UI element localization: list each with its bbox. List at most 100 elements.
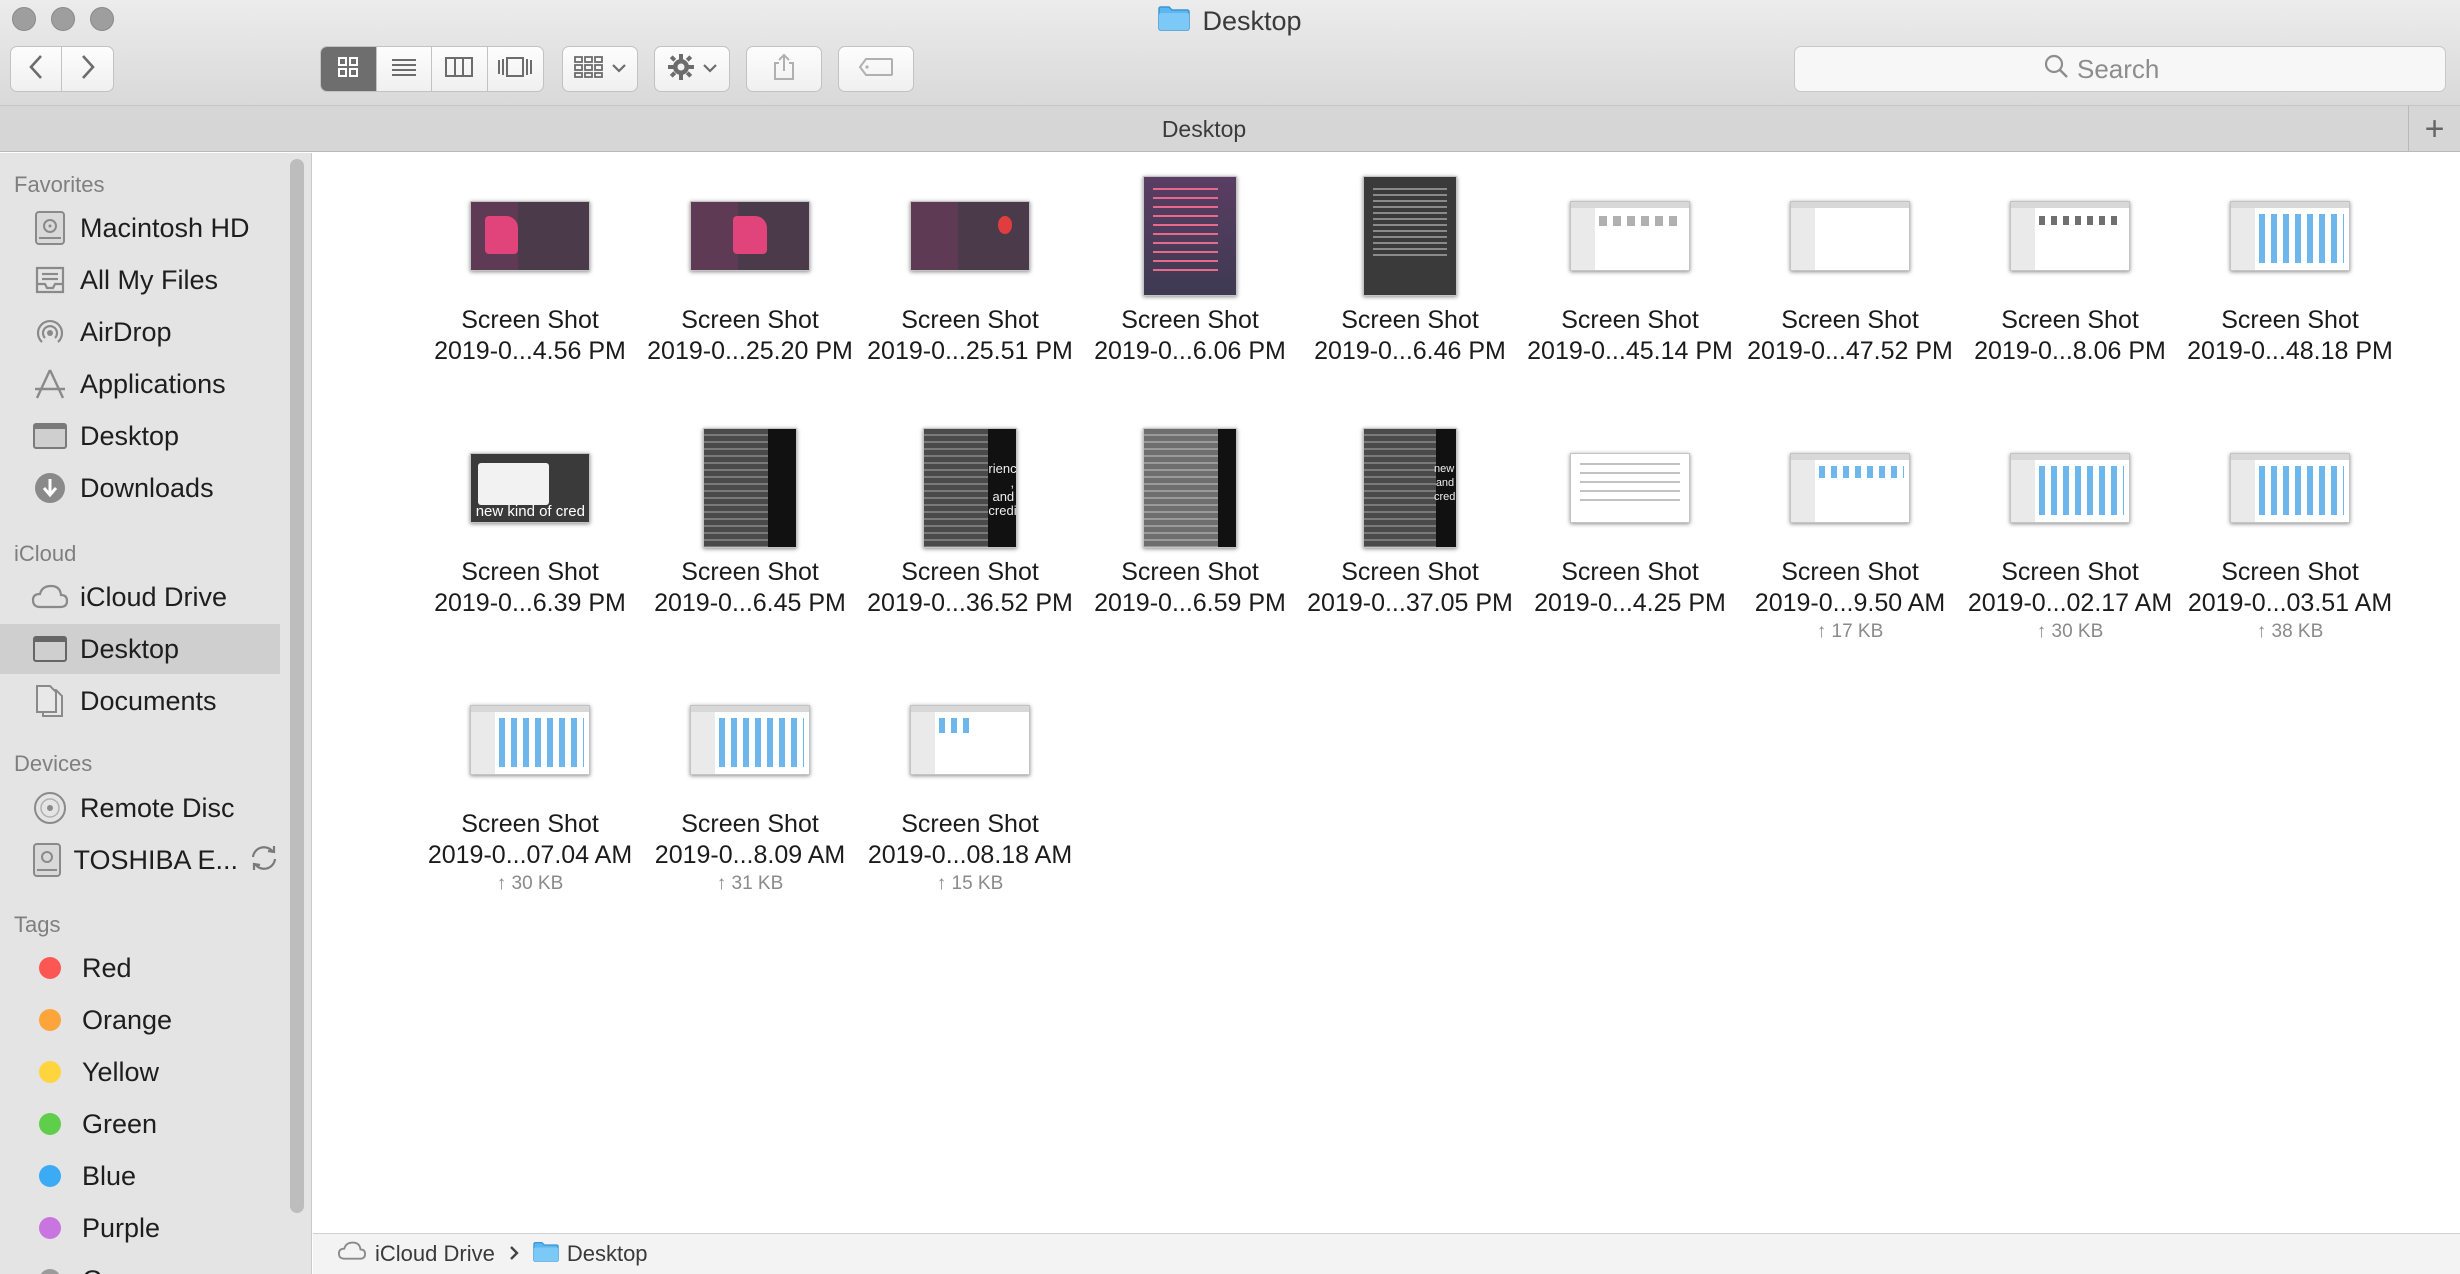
file-item[interactable]: Screen Shot 2019-0...25.20 PM bbox=[643, 173, 857, 367]
sidebar-item-label: iCloud Drive bbox=[80, 581, 228, 612]
sidebar-item-documents[interactable]: Documents bbox=[0, 676, 280, 726]
sidebar-tag-blue[interactable]: Blue bbox=[0, 1151, 280, 1201]
applications-icon bbox=[30, 364, 70, 404]
file-date: 2019-0...02.17 AM bbox=[1967, 589, 2173, 617]
all-files-icon bbox=[30, 260, 70, 300]
file-date: 2019-0...25.20 PM bbox=[647, 337, 853, 365]
sidebar-tag-green[interactable]: Green bbox=[0, 1099, 280, 1149]
file-thumbnail bbox=[1143, 175, 1237, 296]
documents-icon bbox=[30, 681, 70, 721]
file-item[interactable]: Screen Shot 2019-0...9.50 AM ↑ 17 KB bbox=[1743, 425, 1957, 645]
file-item[interactable]: Screen Shot 2019-0...07.04 AM ↑ 30 KB bbox=[423, 677, 637, 897]
file-item[interactable]: rience , and credit Screen Shot 2019-0...… bbox=[863, 425, 1077, 619]
path-item-desktop[interactable]: Desktop bbox=[533, 1241, 648, 1268]
chevron-left-icon bbox=[28, 54, 44, 85]
file-item[interactable]: Screen Shot 2019-0...4.25 PM bbox=[1523, 425, 1737, 619]
tag-color-dot bbox=[39, 1113, 61, 1135]
sidebar-item-label: Desktop bbox=[80, 420, 180, 451]
share-button[interactable] bbox=[746, 46, 822, 92]
forward-button[interactable] bbox=[62, 47, 113, 91]
sidebar-tag-gray[interactable]: Gray bbox=[0, 1255, 280, 1274]
file-name: Screen Shot bbox=[461, 558, 599, 586]
file-item[interactable]: Screen Shot 2019-0...47.52 PM bbox=[1743, 173, 1957, 367]
arrange-button[interactable] bbox=[562, 46, 638, 92]
file-name: Screen Shot bbox=[2221, 558, 2359, 586]
file-date: 2019-0...6.39 PM bbox=[434, 589, 626, 617]
back-button[interactable] bbox=[11, 47, 63, 91]
action-menu-button[interactable] bbox=[654, 46, 730, 92]
sidebar-item-desktop[interactable]: Desktop bbox=[0, 411, 280, 461]
file-item[interactable]: new and credit Screen Shot 2019-0...37.05… bbox=[1303, 425, 1517, 619]
tab-desktop[interactable]: Desktop bbox=[0, 106, 2408, 152]
sidebar-item-label: Yellow bbox=[82, 1056, 160, 1087]
tag-color-dot bbox=[39, 1217, 61, 1239]
new-tab-button[interactable]: + bbox=[2408, 106, 2460, 152]
sync-icon[interactable] bbox=[248, 843, 280, 878]
file-name: Screen Shot bbox=[681, 306, 819, 334]
sidebar-item-label: Macintosh HD bbox=[80, 212, 250, 243]
file-thumbnail bbox=[2010, 200, 2130, 271]
icon-view-button[interactable] bbox=[321, 47, 377, 91]
sidebar-section-favorites: Favorites bbox=[14, 172, 105, 197]
coverflow-view-button[interactable] bbox=[488, 47, 544, 91]
file-item[interactable]: Screen Shot 2019-0...08.18 AM ↑ 15 KB bbox=[863, 677, 1077, 897]
search-input[interactable] bbox=[2077, 53, 2197, 85]
search-field[interactable] bbox=[1794, 46, 2446, 92]
sidebar-tag-red[interactable]: Red bbox=[0, 943, 280, 993]
sidebar-item-macintosh-hd[interactable]: Macintosh HD bbox=[0, 203, 280, 253]
sidebar-item-icloud-drive[interactable]: iCloud Drive bbox=[0, 572, 280, 622]
sidebar-item-applications[interactable]: Applications bbox=[0, 359, 280, 409]
file-upload-size: ↑ 15 KB bbox=[936, 873, 1004, 894]
thumbnail-text: rience , and credit bbox=[988, 460, 1017, 518]
file-item[interactable]: Screen Shot 2019-0...6.06 PM bbox=[1083, 173, 1297, 367]
file-item[interactable]: Screen Shot 2019-0...4.56 PM bbox=[423, 173, 637, 367]
file-item[interactable]: Screen Shot 2019-0...02.17 AM ↑ 30 KB bbox=[1963, 425, 2177, 645]
file-upload-size: ↑ 38 KB bbox=[2256, 621, 2324, 642]
sidebar-item-label: Blue bbox=[82, 1160, 137, 1191]
file-item[interactable]: Screen Shot 2019-0...8.06 PM bbox=[1963, 173, 2177, 367]
file-name: Screen Shot bbox=[461, 810, 599, 838]
sidebar-item-remote-disc[interactable]: Remote Disc bbox=[0, 783, 280, 833]
sidebar-item-all-my-files[interactable]: All My Files bbox=[0, 255, 280, 305]
cloud-icon bbox=[30, 577, 70, 617]
airdrop-icon bbox=[30, 312, 70, 352]
edit-tags-button[interactable] bbox=[838, 46, 914, 92]
sidebar-scrollbar[interactable] bbox=[290, 159, 304, 1213]
file-item[interactable]: Screen Shot 2019-0...48.18 PM bbox=[2183, 173, 2397, 367]
file-name: Screen Shot bbox=[1781, 306, 1919, 334]
column-view-button[interactable] bbox=[432, 47, 488, 91]
file-item[interactable]: Screen Shot 2019-0...25.51 PM bbox=[863, 173, 1077, 367]
file-item[interactable]: Screen Shot 2019-0...03.51 AM ↑ 38 KB bbox=[2183, 425, 2397, 645]
file-thumbnail bbox=[910, 200, 1030, 271]
sidebar-item-toshiba-external[interactable]: TOSHIBA E... bbox=[0, 835, 280, 885]
sidebar-tag-yellow[interactable]: Yellow bbox=[0, 1047, 280, 1097]
file-item[interactable]: Screen Shot 2019-0...6.59 PM bbox=[1083, 425, 1297, 619]
chevron-right-icon bbox=[509, 1241, 519, 1267]
sidebar-tag-purple[interactable]: Purple bbox=[0, 1203, 280, 1253]
window-title-text: Desktop bbox=[1202, 5, 1302, 36]
file-date: 2019-0...08.18 AM bbox=[867, 841, 1073, 869]
file-item[interactable]: Screen Shot 2019-0...8.09 AM ↑ 31 KB bbox=[643, 677, 857, 897]
sidebar-item-icloud-desktop[interactable]: Desktop bbox=[0, 624, 280, 674]
sidebar-item-label: AirDrop bbox=[80, 316, 172, 347]
chevron-right-icon bbox=[80, 54, 96, 85]
file-item[interactable]: Screen Shot 2019-0...45.14 PM bbox=[1523, 173, 1737, 367]
tag-color-dot bbox=[39, 1165, 61, 1187]
sidebar-tag-orange[interactable]: Orange bbox=[0, 995, 280, 1045]
coverflow-icon bbox=[497, 56, 533, 83]
sidebar-item-airdrop[interactable]: AirDrop bbox=[0, 307, 280, 357]
tag-color-dot bbox=[39, 1009, 61, 1031]
sidebar-item-label: Desktop bbox=[80, 633, 180, 664]
file-item[interactable]: new kind of credi Screen Shot 2019-0...6.… bbox=[423, 425, 637, 619]
file-date: 2019-0...4.25 PM bbox=[1534, 589, 1726, 617]
file-date: 2019-0...8.06 PM bbox=[1974, 337, 2166, 365]
sidebar: Favorites Macintosh HD All My Files AirD… bbox=[0, 153, 312, 1274]
path-item-icloud-drive[interactable]: iCloud Drive bbox=[337, 1241, 495, 1267]
file-name: Screen Shot bbox=[1561, 306, 1699, 334]
window-toolbar: Desktop bbox=[0, 0, 2460, 106]
file-item[interactable]: Screen Shot 2019-0...6.45 PM bbox=[643, 425, 857, 619]
file-item[interactable]: Screen Shot 2019-0...6.46 PM bbox=[1303, 173, 1517, 367]
sidebar-section-icloud: iCloud bbox=[14, 541, 77, 566]
list-view-button[interactable] bbox=[377, 47, 432, 91]
sidebar-item-downloads[interactable]: Downloads bbox=[0, 463, 280, 513]
